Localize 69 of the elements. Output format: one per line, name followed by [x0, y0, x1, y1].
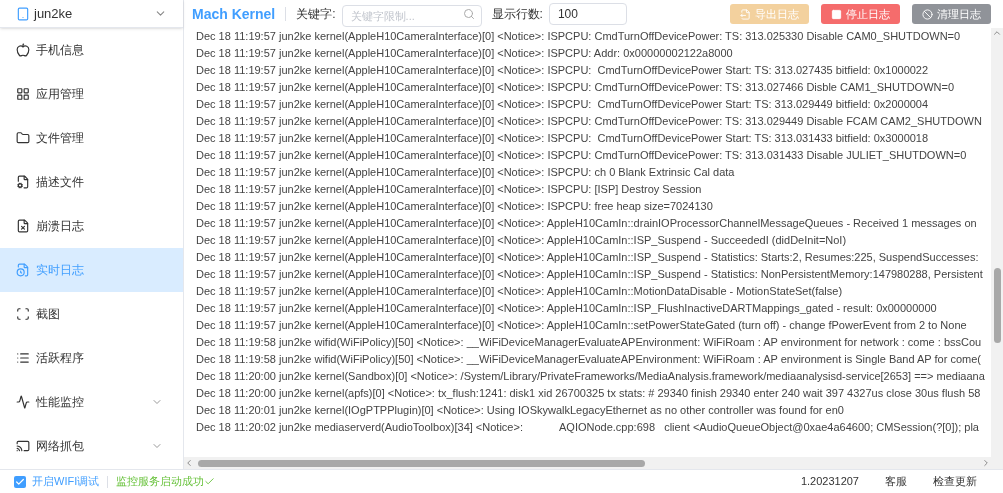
log-line: Dec 18 11:19:57 jun2ke kernel(AppleH10CameraInterface)[0] <Notice>: AppleH10CamIn::ISP_FlushInactiveDARTMappings_gated - result: 0x00000000: [196, 301, 937, 316]
ban-icon: [922, 8, 933, 20]
log-line: Dec 18 11:19:57 jun2ke kernel(AppleH10CameraInterface)[0] <Notice>: AppleH10CamIn::setPowerStateGated (turn off) - change fPowerEvent from 2 to None: [196, 318, 967, 333]
log-line: Dec 18 11:19:57 jun2ke kernel(AppleH10CameraInterface)[0] <Notice>: AppleH10CamIn::ISP_Suspend - Statistics: NonPersistentMemory:147980288, Persistent: [196, 267, 983, 282]
sidebar-item[interactable]: 描述文件: [0, 160, 183, 204]
scrollbar-thumb[interactable]: [198, 459, 645, 467]
keyword-search-field[interactable]: 关键字限制...: [341, 5, 482, 27]
file-clock-icon: [16, 263, 30, 277]
log-line: Dec 18 11:19:57 jun2ke kernel(AppleH10CameraInterface)[0] <Notice>: ISPCPU: CmdTurnOffDevicePower: TS: 313.025330 Disable CAM0_SHUTDOWN=0: [196, 29, 961, 44]
scroll-up-icon: [992, 28, 1002, 38]
scan-icon: [16, 307, 30, 321]
folder-icon: [16, 131, 30, 145]
footer-link[interactable]: 客服: [885, 473, 907, 490]
log-line: Dec 18 11:20:00 jun2ke kernel(Sandbox)[0] <Notice>: /System/Library/PrivateFrameworks/MediaAnalysis.framework/mediaanalysisd-service[2653] ==> mediaana: [196, 369, 985, 384]
log-line: Dec 18 11:19:57 jun2ke kernel(AppleH10CameraInterface)[0] <Notice>: ISPCPU: Addr: 0x00000002122a8000: [196, 46, 733, 61]
page-title: Mach Kernel: [192, 4, 276, 24]
sidebar-item[interactable]: 文件管理: [0, 116, 183, 160]
file-gear-icon: [16, 175, 30, 189]
wifi-debug-checkbox[interactable]: [14, 475, 26, 488]
scrollbar-thumb[interactable]: [993, 268, 1001, 343]
log-line: Dec 18 11:19:57 jun2ke kernel(AppleH10CameraInterface)[0] <Notice>: ISPCPU: ch 0 Blank Extrinsic Cal data: [196, 165, 735, 180]
sidebar-item[interactable]: 应用管理: [0, 72, 183, 116]
file-x-icon: [16, 219, 30, 233]
log-line: Dec 18 11:19:57 jun2ke kernel(AppleH10CameraInterface)[0] <Notice>: ISPCPU: CmdTurnOffDevicePower: TS: 313.027466 Disble CAM1_SHUTDOWN=0: [196, 80, 955, 95]
log-line: Dec 18 11:19:57 jun2ke kernel(AppleH10CameraInterface)[0] <Notice>: AppleH10CamIn::MotionDataDisable - MotionStateSet(false): [196, 284, 843, 299]
check-icon: [204, 476, 216, 487]
horizontal-scrollbar[interactable]: [184, 457, 991, 469]
vertical-scrollbar[interactable]: [991, 28, 1003, 469]
log-line: Dec 18 11:20:00 jun2ke kernel(apfs)[0] <Notice>: tx_flush:1241: disk1 xid 26700325 tx stats: # 29340 finish 29340 enter 240 wait 397 4327us close 30us flush 58: [196, 386, 981, 401]
log-line: Dec 18 11:20:02 jun2ke mediaserverd(AudioToolbox)[34] <Notice>: AQIONode.cpp:698 client <AudioQueueObject@0xae4a64600; CMSession(?[0]); pla: [196, 420, 979, 435]
device-selector[interactable]: jun2ke: [0, 0, 183, 28]
sidebar-item[interactable]: 手机信息: [0, 28, 183, 72]
footer-link[interactable]: 检查更新: [933, 473, 977, 490]
sidebar-item[interactable]: 性能监控: [0, 380, 183, 424]
log-line: Dec 18 11:19:57 jun2ke kernel(AppleH10CameraInterface)[0] <Notice>: ISPCPU: CmdTurnOffDevicePower: TS: 313.029449 Disable FCAM CAM2_SHUTDOWN: [196, 114, 982, 129]
tablet-icon: [16, 6, 30, 21]
version-text: 1.20231207: [800, 474, 859, 490]
search-icon: [462, 8, 475, 20]
scroll-right-icon: [981, 458, 991, 468]
log-line: Dec 18 11:19:57 jun2ke kernel(AppleH10CameraInterface)[0] <Notice>: AppleH10CamIn::drainIOProcessorChannelMessageQueues - Received 1 messages on: [196, 216, 977, 231]
check-icon: [15, 476, 25, 487]
cast-icon: [16, 439, 30, 453]
sidebar-item[interactable]: 活跃程序: [0, 336, 183, 380]
log-line: Dec 18 11:19:58 jun2ke wifid(WiFiPolicy)[50] <Notice>: __WiFiDeviceManagerEvaluateAPEnvironment: WiFiRoam : AP environment for network : come : bssCou: [196, 335, 982, 350]
log-line: Dec 18 11:19:57 jun2ke kernel(AppleH10CameraInterface)[0] <Notice>: ISPCPU: [ISP] Destroy Session: [196, 182, 702, 197]
keyword-label: 关键字:: [296, 6, 336, 23]
log-line: Dec 18 11:19:57 jun2ke kernel(AppleH10CameraInterface)[0] <Notice>: ISPCPU: CmdTurnOffDevicePower Start: TS: 313.029449 bitfield: 0x2000004: [196, 97, 929, 112]
grid-icon: [16, 87, 30, 101]
log-line: Dec 18 11:20:01 jun2ke kernel(IOgPTPPlugin)[0] <Notice>: Using IOSkywalkLegacyEthernet as no other controller was found for en0: [196, 403, 844, 418]
log-line: Dec 18 11:19:57 jun2ke kernel(AppleH10CameraInterface)[0] <Notice>: ISPCPU: CmdTurnOffDevicePower: TS: 313.031433 Disable JULIET_SHUTDOWN=0: [196, 148, 967, 163]
sidebar-item[interactable]: 网络抓包: [0, 424, 183, 468]
log-line: Dec 18 11:19:57 jun2ke kernel(AppleH10CameraInterface)[0] <Notice>: ISPCPU: CmdTurnOffDevicePower Start: TS: 313.027435 bitfield: 0x1000022: [196, 63, 929, 78]
rows-label: 显示行数:: [491, 6, 543, 23]
log-line: Dec 18 11:19:57 jun2ke kernel(AppleH10CameraInterface)[0] <Notice>: AppleH10CamIn::ISP_Suspend - Statistics: Starts:2, Resumes:225, SuspendSuccesses:: [196, 250, 979, 265]
list-icon: [16, 351, 30, 365]
scroll-left-icon: [184, 458, 194, 468]
status-text: 监控服务启动成功: [116, 474, 205, 490]
file-export-icon: [740, 8, 751, 20]
activity-icon: [16, 395, 30, 409]
sidebar-item[interactable]: 崩溃日志: [0, 204, 183, 248]
wifi-debug-label: 开启WIFI调试: [32, 474, 100, 490]
stop-icon: [831, 8, 842, 20]
log-line: Dec 18 11:19:58 jun2ke wifid(WiFiPolicy)[50] <Notice>: __WiFiDeviceManagerEvaluateAPEnvironment: WiFiRoam : AP environment is Single Band AP for come(: [196, 352, 982, 367]
sidebar-item[interactable]: 截图: [0, 292, 183, 336]
log-line: Dec 18 11:19:57 jun2ke kernel(AppleH10CameraInterface)[0] <Notice>: AppleH10CamIn::ISP_Suspend - SucceededI (didDeInit=NoI): [196, 233, 847, 248]
apple-icon: [16, 43, 30, 57]
log-line: Dec 18 11:19:57 jun2ke kernel(AppleH10CameraInterface)[0] <Notice>: ISPCPU: CmdTurnOffDevicePower Start: TS: 313.031433 bitfield: 0x3000018: [196, 131, 929, 146]
log-line: Dec 18 11:19:57 jun2ke kernel(AppleH10CameraInterface)[0] <Notice>: ISPCPU: free heap size=7024130: [196, 199, 713, 214]
rows-input-field[interactable]: 100: [548, 3, 627, 25]
